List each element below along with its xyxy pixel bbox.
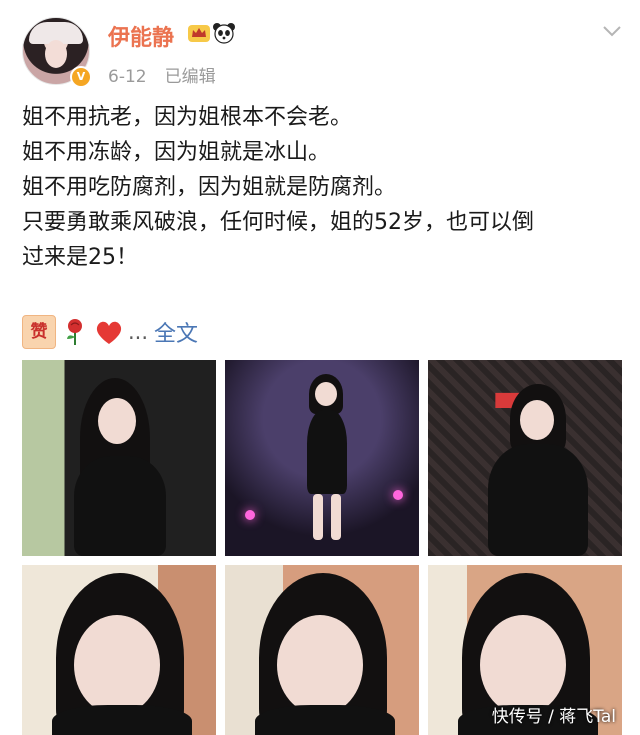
figure-face: [98, 398, 136, 444]
crown-icon: [188, 25, 210, 42]
photo-thumbnail[interactable]: [22, 565, 216, 735]
zan-icon: 赞: [22, 315, 56, 349]
post-date: 6-12: [108, 67, 147, 87]
reaction-row: 赞 ... 全文: [22, 314, 198, 350]
figure-dress: [74, 456, 166, 556]
figure-dress: [255, 705, 395, 735]
post-text-line: 只要勇敢乘风破浪，任何时候，姐的52岁，也可以倒: [22, 210, 534, 235]
figure-leg: [331, 494, 341, 540]
full-text-link[interactable]: 全文: [154, 316, 198, 348]
figure-face: [480, 615, 566, 715]
avatar-face: [45, 40, 67, 68]
figure-face: [277, 615, 363, 715]
figure-dress: [488, 444, 588, 556]
figure-face: [74, 615, 160, 715]
photo-thumbnail[interactable]: 快传号 / 蒋飞Tal: [428, 565, 622, 735]
edited-label[interactable]: 已编辑: [165, 67, 216, 87]
figure-face: [520, 400, 554, 440]
username[interactable]: 伊能静: [108, 20, 174, 52]
post-text-line: 姐不用抗老，因为姐根本不会老。: [22, 105, 353, 130]
post-meta: 6-12 已编辑: [108, 62, 216, 87]
rose-icon: [67, 319, 82, 345]
post-text: 姐不用抗老，因为姐根本不会老。 姐不用冻龄，因为姐就是冰山。 姐不用吃防腐剂，因…: [22, 100, 622, 275]
photo-thumbnail[interactable]: 7: [428, 360, 622, 556]
verified-badge: V: [70, 66, 92, 88]
stage-light: [245, 510, 255, 520]
stage-light: [393, 490, 403, 500]
photo-thumbnail[interactable]: [225, 360, 419, 556]
chevron-down-icon[interactable]: [602, 24, 622, 38]
heart-icon: [96, 321, 122, 344]
figure-leg: [313, 494, 323, 540]
post-text-line: 过来是25！: [22, 245, 138, 270]
photo-thumbnail[interactable]: [22, 360, 216, 556]
figure-dress: [307, 410, 347, 494]
figure-face: [315, 382, 337, 406]
ellipsis: ...: [128, 320, 149, 344]
post-text-line: 姐不用吃防腐剂，因为姐就是防腐剂。: [22, 175, 397, 200]
post-header: V 伊能静 6-12 已编辑: [0, 0, 640, 96]
photo-thumbnail[interactable]: [225, 565, 419, 735]
post-text-line: 姐不用冻龄，因为姐就是冰山。: [22, 140, 331, 165]
watermark: 快传号 / 蒋飞Tal: [491, 707, 616, 727]
panda-icon: [213, 23, 235, 44]
figure-dress: [52, 705, 192, 735]
